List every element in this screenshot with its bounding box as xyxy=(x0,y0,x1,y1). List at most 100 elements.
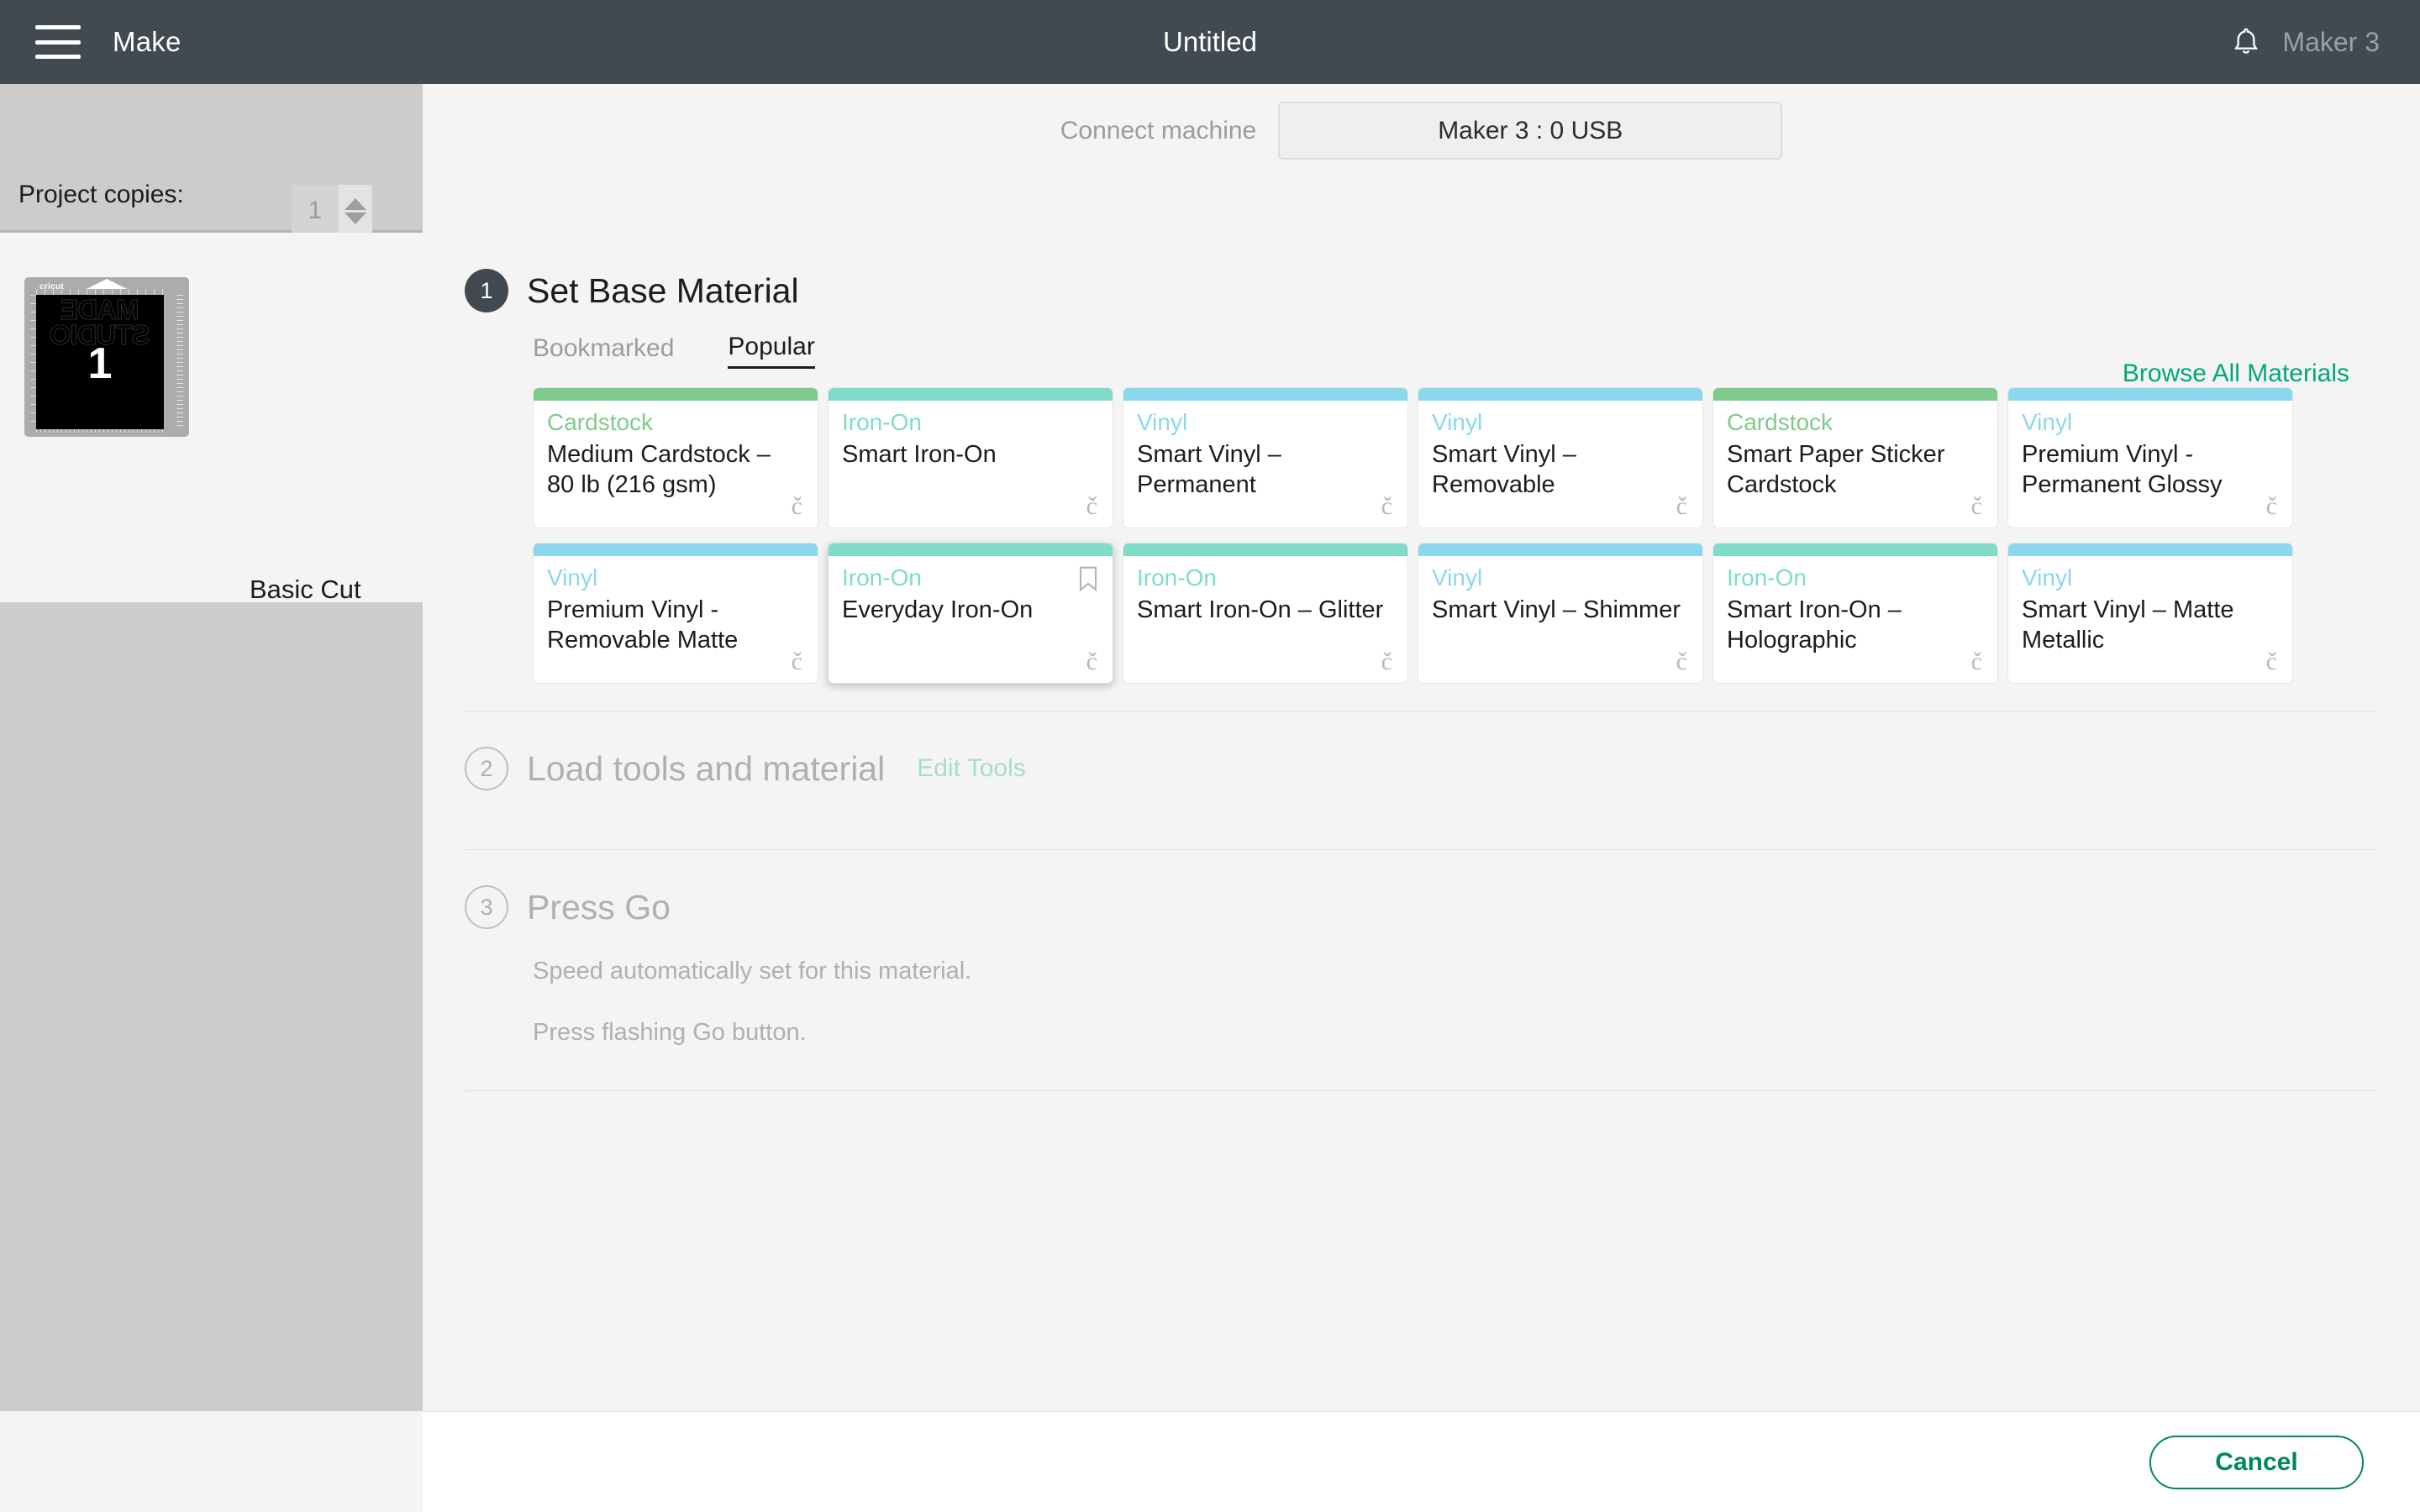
cricut-logo-icon: č xyxy=(2265,492,2277,520)
cancel-button[interactable]: Cancel xyxy=(2149,1435,2364,1489)
step-3-title: Press Go xyxy=(527,887,671,927)
material-card[interactable]: Vinyl Smart Vinyl – Matte Metallic č xyxy=(2007,543,2293,684)
mat-ruler-left xyxy=(30,295,36,429)
tab-popular[interactable]: Popular xyxy=(728,333,815,369)
step-3-header: 3 Press Go xyxy=(465,885,2376,929)
step-3-note-speed: Speed automatically set for this materia… xyxy=(533,958,972,984)
material-tabs: Bookmarked Popular xyxy=(533,333,2376,369)
material-name-label: Smart Vinyl – Shimmer xyxy=(1432,596,1681,623)
hamburger-menu-icon[interactable] xyxy=(35,25,81,59)
step-2-badge: 2 xyxy=(465,747,508,790)
material-name-label: Premium Vinyl - Permanent Glossy xyxy=(2022,440,2223,499)
mat-preview-block: cricut MADE STUDIO 1 Basic Cut On Mat, 1… xyxy=(0,233,423,779)
material-category-bar xyxy=(1418,543,1702,556)
material-card[interactable]: Cardstock Medium Cardstock – 80 lb (216 g… xyxy=(533,387,818,528)
step-1-title: Set Base Material xyxy=(527,270,799,310)
step-2-title: Load tools and material xyxy=(527,748,886,788)
project-copies-panel: Project copies: 1 Apply xyxy=(0,84,423,270)
cricut-logo-icon: č xyxy=(2265,648,2277,675)
section-divider xyxy=(465,1090,2376,1091)
hamburger-bar xyxy=(35,25,81,29)
cricut-logo-icon: č xyxy=(1086,648,1097,675)
material-category-bar xyxy=(2008,543,2292,556)
step-1-header: 1 Set Base Material xyxy=(465,269,2376,312)
material-card[interactable]: Vinyl Premium Vinyl - Permanent Glossy č xyxy=(2007,387,2293,528)
mat-operation-title: Basic Cut xyxy=(250,575,361,604)
browse-all-materials-link[interactable]: Browse All Materials xyxy=(2123,360,2349,388)
mat-notch-icon xyxy=(87,279,127,289)
material-card[interactable]: Iron-On Smart Iron-On č xyxy=(828,387,1113,528)
hamburger-bar xyxy=(35,39,81,45)
material-card-grid: Cardstock Medium Cardstock – 80 lb (216 g… xyxy=(533,387,2297,684)
header-right-group: Maker 3 xyxy=(2232,0,2380,84)
notification-bell-icon[interactable] xyxy=(2232,26,2260,58)
left-sidebar: Project copies: 1 Apply cricut MADE STUD… xyxy=(0,84,423,1411)
material-category-label: Vinyl xyxy=(547,564,598,591)
material-category-label: Cardstock xyxy=(547,409,654,435)
cricut-logo-icon: č xyxy=(1970,492,1982,520)
material-name-label: Smart Vinyl – Removable xyxy=(1432,440,1576,499)
document-title: Untitled xyxy=(1163,26,1257,57)
material-category-label: Iron-On xyxy=(842,564,922,591)
material-card[interactable]: Iron-On Smart Iron-On – Holographic č xyxy=(1712,543,1998,684)
cricut-logo-icon: č xyxy=(1676,648,1687,675)
project-copies-value[interactable]: 1 xyxy=(292,185,339,237)
material-category-bar xyxy=(2008,388,2292,401)
material-category-bar xyxy=(829,388,1113,401)
mat-canvas: MADE STUDIO 1 xyxy=(36,295,164,429)
material-card[interactable]: Vinyl Premium Vinyl - Removable Matte č xyxy=(533,543,818,684)
mat-ruler-top xyxy=(36,289,164,295)
step-3-section: 3 Press Go Speed automatically set for t… xyxy=(465,850,2376,1047)
material-category-bar xyxy=(1713,388,1997,401)
material-name-label: Smart Iron-On – Glitter xyxy=(1137,596,1384,623)
step-1-badge: 1 xyxy=(465,269,508,312)
cricut-logo-icon: č xyxy=(1381,648,1392,675)
connect-machine-label: Connect machine xyxy=(1060,116,1257,144)
material-name-label: Smart Vinyl – Permanent xyxy=(1137,440,1281,499)
material-category-bar xyxy=(1418,388,1702,401)
footer-bar: Cancel xyxy=(423,1411,2420,1512)
material-name-label: Medium Cardstock – 80 lb (216 gsm) xyxy=(547,440,771,499)
header-machine-name[interactable]: Maker 3 xyxy=(2282,27,2380,58)
stepper-decrement-icon[interactable] xyxy=(345,212,366,224)
mat-number-badge: 1 xyxy=(87,339,113,388)
steps-container: 1 Set Base Material Bookmarked Popular B… xyxy=(465,269,2376,1091)
cricut-logo-icon: č xyxy=(1381,492,1392,520)
material-card[interactable]: Iron-On Everyday Iron-On č xyxy=(828,543,1113,684)
material-category-bar xyxy=(1123,543,1407,556)
material-category-label: Cardstock xyxy=(1727,409,1833,435)
project-copies-label: Project copies: xyxy=(18,181,184,208)
material-category-bar xyxy=(829,543,1113,556)
step-1-section: 1 Set Base Material Bookmarked Popular B… xyxy=(465,269,2376,684)
stepper-increment-icon[interactable] xyxy=(345,197,366,210)
material-name-label: Smart Vinyl – Matte Metallic xyxy=(2022,596,2234,654)
app-header: Make Untitled Maker 3 xyxy=(0,0,2420,84)
material-category-label: Iron-On xyxy=(842,409,922,435)
material-category-bar xyxy=(534,543,818,556)
step-3-badge: 3 xyxy=(465,885,508,929)
app-title: Make xyxy=(113,26,182,57)
step-2-header: 2 Load tools and material Edit Tools xyxy=(465,747,2376,790)
cricut-logo-icon: č xyxy=(1970,648,1982,675)
material-card[interactable]: Cardstock Smart Paper Sticker Cardstock č xyxy=(1712,387,1998,528)
material-category-label: Vinyl xyxy=(1137,409,1188,435)
material-card[interactable]: Vinyl Smart Vinyl – Removable č xyxy=(1418,387,1703,528)
material-category-bar xyxy=(534,388,818,401)
stepper-arrows[interactable] xyxy=(339,185,372,237)
material-category-label: Vinyl xyxy=(1432,409,1483,435)
edit-tools-link[interactable]: Edit Tools xyxy=(917,754,1026,783)
material-name-label: Smart Paper Sticker Cardstock xyxy=(1727,440,1945,499)
sidebar-empty-area xyxy=(0,602,423,1411)
material-card[interactable]: Vinyl Smart Vinyl – Permanent č xyxy=(1123,387,1408,528)
material-name-label: Smart Iron-On xyxy=(842,440,997,468)
project-copies-stepper[interactable]: 1 xyxy=(292,185,372,237)
material-category-bar xyxy=(1123,388,1407,401)
mat-ruler-right xyxy=(176,295,183,429)
main-panel: Connect machine Maker 3 : 0 USB 1 Set Ba… xyxy=(423,84,2420,1411)
cricut-logo-icon: č xyxy=(791,648,802,675)
mat-thumbnail[interactable]: cricut MADE STUDIO 1 xyxy=(24,277,189,437)
material-card[interactable]: Vinyl Smart Vinyl – Shimmer č xyxy=(1418,543,1703,684)
machine-select[interactable]: Maker 3 : 0 USB xyxy=(1278,102,1783,160)
tab-bookmarked[interactable]: Bookmarked xyxy=(533,334,674,368)
material-card[interactable]: Iron-On Smart Iron-On – Glitter č xyxy=(1123,543,1408,684)
